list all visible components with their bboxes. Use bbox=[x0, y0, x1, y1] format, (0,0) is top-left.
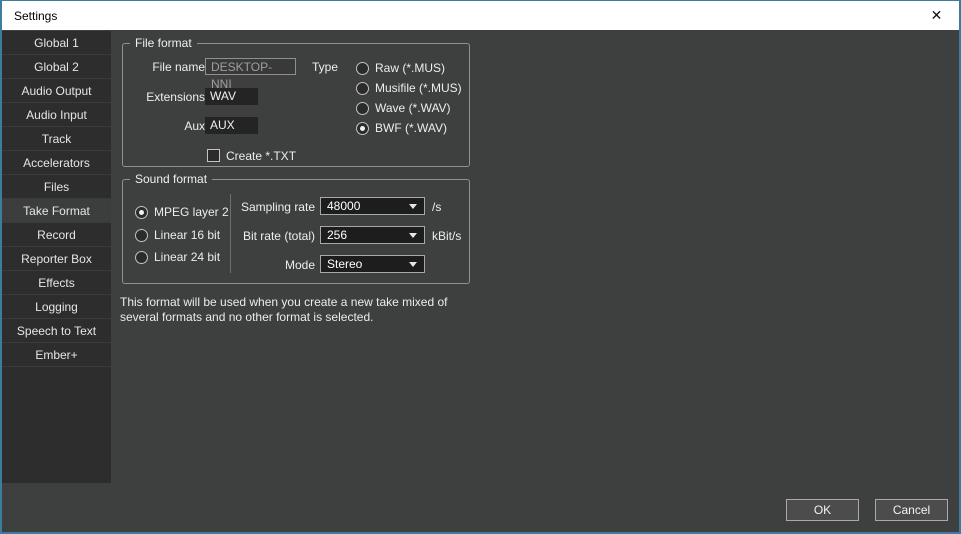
radio-label: Wave (*.WAV) bbox=[375, 101, 451, 115]
type-option-musifile[interactable]: Musifile (*.MUS) bbox=[356, 80, 462, 96]
file-name-input[interactable]: DESKTOP-NNI bbox=[205, 58, 296, 75]
checkbox-label: Create *.TXT bbox=[226, 149, 296, 163]
mode-select[interactable]: Stereo bbox=[320, 255, 425, 273]
type-option-bwf[interactable]: BWF (*.WAV) bbox=[356, 120, 447, 136]
sidebar-item-label: Files bbox=[44, 180, 69, 194]
sidebar-item-label: Audio Output bbox=[21, 84, 91, 98]
chevron-down-icon bbox=[409, 262, 417, 267]
sidebar-item-effects[interactable]: Effects bbox=[2, 271, 111, 295]
selected-value: Stereo bbox=[327, 257, 362, 271]
sidebar-item-files[interactable]: Files bbox=[2, 175, 111, 199]
chevron-down-icon bbox=[409, 233, 417, 238]
sidebar-item-global-1[interactable]: Global 1 bbox=[2, 31, 111, 55]
create-txt-checkbox[interactable]: Create *.TXT bbox=[207, 148, 296, 163]
aux-input[interactable]: AUX bbox=[205, 117, 258, 134]
bit-rate-select[interactable]: 256 bbox=[320, 226, 425, 244]
titlebar: Settings ✕ bbox=[2, 1, 959, 30]
sidebar-item-label: Audio Input bbox=[26, 108, 87, 122]
selected-value: 256 bbox=[327, 228, 347, 242]
sidebar-item-take-format[interactable]: Take Format bbox=[2, 199, 111, 223]
sound-format-legend: Sound format bbox=[130, 172, 212, 186]
sidebar-item-label: Ember+ bbox=[35, 348, 77, 362]
sidebar-item-speech-to-text[interactable]: Speech to Text bbox=[2, 319, 111, 343]
radio-icon bbox=[356, 122, 369, 135]
radio-icon bbox=[356, 62, 369, 75]
sidebar-item-label: Global 2 bbox=[34, 60, 79, 74]
chevron-down-icon bbox=[409, 204, 417, 209]
sound-format-group: Sound format MPEG layer 2 Linear 16 bit … bbox=[122, 179, 470, 284]
sidebar-item-label: Take Format bbox=[23, 204, 90, 218]
radio-label: Musifile (*.MUS) bbox=[375, 81, 462, 95]
description-line-1: This format will be used when you create… bbox=[120, 295, 520, 310]
aux-label: Aux bbox=[133, 119, 205, 133]
selected-value: 48000 bbox=[327, 199, 360, 213]
bit-rate-unit: kBit/s bbox=[432, 229, 461, 243]
extensions-input[interactable]: WAV bbox=[205, 88, 258, 105]
sidebar-item-track[interactable]: Track bbox=[2, 127, 111, 151]
sidebar-item-label: Logging bbox=[35, 300, 78, 314]
sidebar-item-global-2[interactable]: Global 2 bbox=[2, 55, 111, 79]
ok-button[interactable]: OK bbox=[786, 499, 859, 521]
file-format-group: File format File name DESKTOP-NNI Type R… bbox=[122, 43, 470, 167]
sidebar-item-label: Track bbox=[42, 132, 72, 146]
dialog-content: Global 1 Global 2 Audio Output Audio Inp… bbox=[2, 30, 959, 532]
sidebar-item-logging[interactable]: Logging bbox=[2, 295, 111, 319]
close-icon: ✕ bbox=[931, 7, 943, 24]
type-label: Type bbox=[312, 60, 338, 74]
sampling-rate-unit: /s bbox=[432, 200, 441, 214]
settings-window: Settings ✕ Global 1 Global 2 Audio Outpu… bbox=[0, 0, 961, 534]
cancel-button[interactable]: Cancel bbox=[875, 499, 948, 521]
sidebar-item-label: Speech to Text bbox=[17, 324, 96, 338]
radio-icon bbox=[356, 102, 369, 115]
format-description: This format will be used when you create… bbox=[120, 295, 520, 325]
sidebar-item-ember[interactable]: Ember+ bbox=[2, 343, 111, 367]
close-button[interactable]: ✕ bbox=[914, 1, 959, 30]
sidebar-item-audio-input[interactable]: Audio Input bbox=[2, 103, 111, 127]
radio-label: BWF (*.WAV) bbox=[375, 121, 447, 135]
window-title: Settings bbox=[14, 9, 57, 23]
file-format-legend: File format bbox=[130, 36, 197, 50]
mode-label: Mode bbox=[143, 258, 315, 272]
radio-icon bbox=[356, 82, 369, 95]
sidebar-item-reporter-box[interactable]: Reporter Box bbox=[2, 247, 111, 271]
type-option-wave[interactable]: Wave (*.WAV) bbox=[356, 100, 451, 116]
radio-label: Raw (*.MUS) bbox=[375, 61, 445, 75]
sidebar-item-label: Global 1 bbox=[34, 36, 79, 50]
sidebar-item-label: Accelerators bbox=[23, 156, 90, 170]
sidebar-item-accelerators[interactable]: Accelerators bbox=[2, 151, 111, 175]
sidebar-item-record[interactable]: Record bbox=[2, 223, 111, 247]
sampling-rate-label: Sampling rate bbox=[143, 200, 315, 214]
bit-rate-label: Bit rate (total) bbox=[143, 229, 315, 243]
extensions-label: Extensions bbox=[133, 90, 205, 104]
sidebar-item-audio-output[interactable]: Audio Output bbox=[2, 79, 111, 103]
settings-nav-sidebar: Global 1 Global 2 Audio Output Audio Inp… bbox=[2, 31, 111, 483]
checkbox-icon bbox=[207, 149, 220, 162]
description-line-2: several formats and no other format is s… bbox=[120, 310, 520, 325]
sidebar-item-label: Effects bbox=[38, 276, 74, 290]
file-name-label: File name bbox=[133, 60, 205, 74]
sampling-rate-select[interactable]: 48000 bbox=[320, 197, 425, 215]
type-option-raw[interactable]: Raw (*.MUS) bbox=[356, 60, 445, 76]
sidebar-item-label: Record bbox=[37, 228, 76, 242]
sidebar-item-label: Reporter Box bbox=[21, 252, 92, 266]
